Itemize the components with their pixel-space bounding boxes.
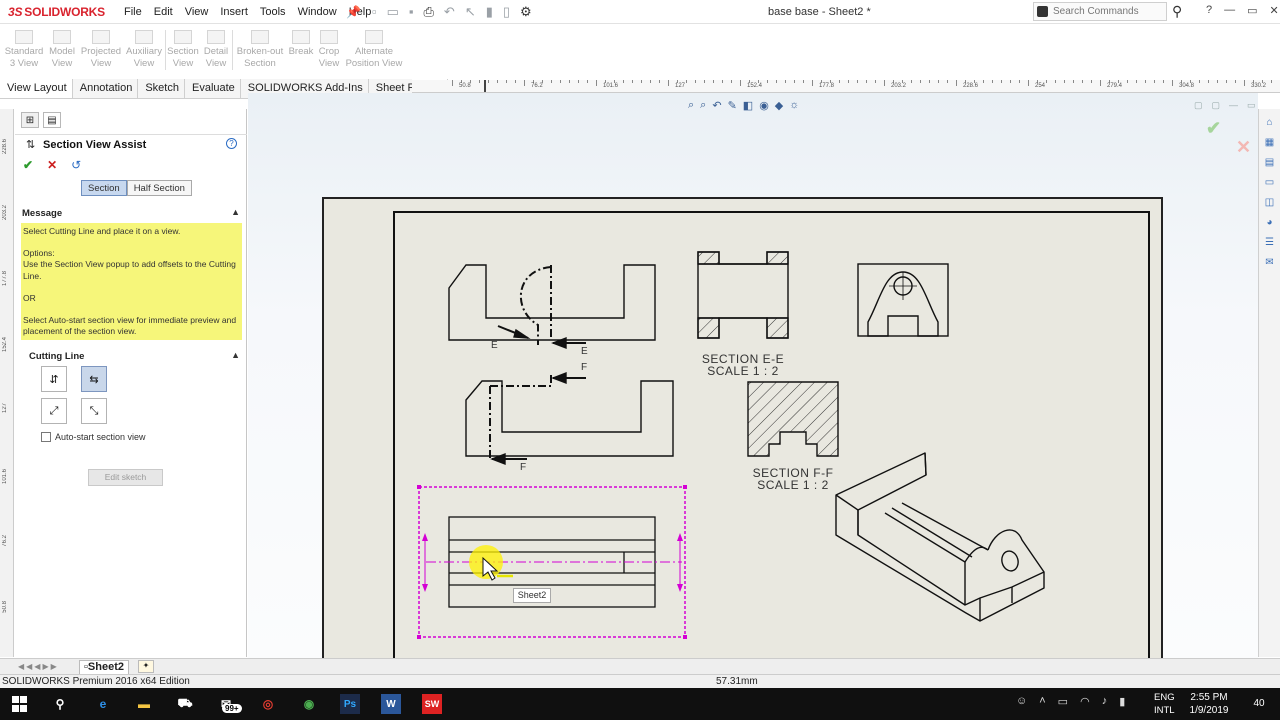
status-bar: SOLIDWORKS Premium 2016 x64 Edition 57.3… [0, 674, 1280, 688]
measurement-readout: 57.31mm [716, 676, 758, 687]
windows-start-icon[interactable] [10, 695, 28, 713]
isometric-view[interactable] [835, 452, 1045, 622]
cursor-pencil-icon [482, 556, 513, 581]
file-explorer-icon[interactable]: ▬ [134, 694, 154, 714]
wifi-icon[interactable]: ◠ [1080, 695, 1090, 708]
edition-label: SOLIDWORKS Premium 2016 x64 Edition [2, 676, 190, 687]
mail-badge: 99+ [222, 704, 242, 713]
system-tray: ☺ ˄ ▭ ◠ ♪ ▮ [1016, 695, 1125, 708]
sheet-tab-bar: ◀◀◀▶▶ ▫Sheet2 ✦ [0, 658, 1280, 674]
language-indicator[interactable]: ENG INTL [1154, 691, 1175, 717]
chrome-icon[interactable]: ◉ [299, 694, 319, 714]
top-view-selected[interactable] [417, 485, 687, 639]
front-view-f[interactable] [465, 371, 674, 466]
edge-browser-icon[interactable]: e [93, 694, 113, 714]
drawing-views [417, 251, 1045, 639]
search-icon[interactable]: ⚲ [50, 694, 70, 714]
clock[interactable]: 2:55 PM 1/9/2019 [1180, 691, 1238, 717]
windows-taskbar: ⚲ e ▬ ⛟ ✉ 99+ ◎ ◉ Ps W SW ☺ ˄ ▭ ◠ ♪ ▮ EN… [0, 688, 1280, 720]
section-e-e-label: SECTION E-E SCALE 1 : 2 [701, 352, 785, 378]
cut-letter-f-top: F [581, 362, 588, 373]
tray-chevron-icon[interactable]: ˄ [1039, 695, 1045, 708]
sheet-tab-sheet2[interactable]: ▫Sheet2 [79, 660, 129, 674]
notification-app-icon[interactable]: ▭ [1058, 695, 1068, 708]
power-icon[interactable]: ▮ [1119, 695, 1125, 708]
people-icon[interactable]: ☺ [1016, 695, 1027, 708]
cut-letter-f-bottom: F [520, 462, 527, 473]
section-f-f-label: SECTION F-F SCALE 1 : 2 [752, 466, 834, 492]
front-view-e[interactable] [448, 264, 656, 350]
photoshop-icon[interactable]: Ps [340, 694, 360, 714]
section-f-f-view[interactable] [747, 381, 839, 457]
app-red-icon[interactable]: ◎ [258, 694, 278, 714]
store-icon[interactable]: ⛟ [175, 694, 195, 714]
section-e-e-view[interactable] [697, 251, 789, 339]
sheet-nav-arrows-icon[interactable]: ◀◀◀▶▶ [18, 662, 59, 671]
word-icon[interactable]: W [381, 694, 401, 714]
add-sheet-icon[interactable]: ✦ [138, 660, 154, 673]
solidworks-taskbar-icon[interactable]: SW [422, 694, 442, 714]
volume-icon[interactable]: ♪ [1102, 695, 1108, 708]
cut-letter-e-left: E [491, 340, 498, 351]
action-center-icon[interactable]: 40 [1246, 695, 1272, 713]
cut-letter-e-right: E [581, 346, 588, 357]
sheet-tooltip: Sheet2 [513, 588, 551, 603]
side-view[interactable] [857, 263, 949, 337]
